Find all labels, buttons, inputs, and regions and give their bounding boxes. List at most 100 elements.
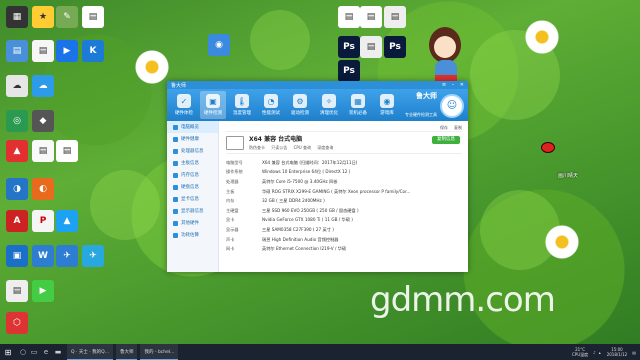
sidebar-item-motherboard[interactable]: 主板信息: [167, 157, 218, 169]
box-icon: ▦: [351, 94, 365, 108]
desktop-icon[interactable]: ☁: [32, 75, 54, 97]
desktop-icon[interactable]: ▤: [338, 6, 360, 28]
folder-icon[interactable]: ▬: [52, 344, 64, 360]
clock[interactable]: 15:00 2018/1/12: [607, 347, 628, 357]
desktop-icon[interactable]: ▤: [82, 6, 104, 28]
tool-hardware-detection[interactable]: ▣ 硬件检测: [200, 91, 226, 119]
sidebar-item-power[interactable]: 功耗估算: [167, 229, 218, 241]
sidebar-item-label: 主板信息: [181, 161, 199, 166]
cpu-temp-label: CPU温度: [571, 352, 589, 357]
taskbar-app-browser[interactable]: 我的 - bchel...: [140, 344, 179, 360]
tool-benchmark[interactable]: ◔ 性能测试: [258, 91, 284, 119]
close-icon[interactable]: ✕: [460, 82, 464, 88]
desktop-icon[interactable]: Ps: [338, 36, 360, 58]
task-view-icon[interactable]: ▭: [28, 344, 40, 360]
tool-label: 性能测试: [262, 111, 280, 116]
desktop-icon[interactable]: ▲: [56, 210, 78, 232]
sidebar-item-health[interactable]: 硬件健康: [167, 133, 218, 145]
sidebar-item-overview[interactable]: 电脑概览: [167, 121, 218, 133]
sidebar-item-disk[interactable]: 硬盘信息: [167, 181, 218, 193]
desktop-icon[interactable]: Ps: [384, 36, 406, 58]
sidebar-item-label: 电脑概览: [181, 125, 199, 130]
mascot-avatar-icon[interactable]: ☺: [440, 93, 464, 118]
driver-icon: ⚙: [293, 94, 307, 108]
monitor-icon: [173, 208, 178, 214]
spec-key: 处理器: [226, 178, 239, 184]
desktop-icon[interactable]: ☁: [6, 75, 28, 97]
desktop-icon[interactable]: ▤: [32, 40, 54, 62]
table-row: 电脑型号 X64 兼容 台式电脑 (扫描时间：2017年12月11日): [226, 158, 462, 168]
sidebar-item-other[interactable]: 其他硬件: [167, 217, 218, 229]
sidebar-item-memory[interactable]: 内存信息: [167, 169, 218, 181]
desktop-icon[interactable]: K: [82, 40, 104, 62]
tool-essentials[interactable]: ▦ 装机必备: [345, 91, 371, 119]
taskbar-app-ludashi[interactable]: 鲁大师: [115, 344, 138, 360]
menu-icon[interactable]: ≡: [442, 82, 446, 88]
desktop-icon[interactable]: ▤: [6, 40, 28, 62]
daisy-flower: [545, 225, 579, 259]
desktop-icon[interactable]: P: [32, 210, 54, 232]
tool-label: 装机必备: [349, 111, 367, 116]
desktop-icon[interactable]: ★: [32, 6, 54, 28]
desktop-icon[interactable]: ◑: [6, 178, 28, 200]
desktop-icon[interactable]: Ps: [338, 60, 360, 82]
desktop-icon[interactable]: ▶: [32, 280, 54, 302]
spec-table: 电脑型号 X64 兼容 台式电脑 (扫描时间：2017年12月11日) 操作系统 W…: [226, 158, 462, 254]
option-link[interactable]: 深度查询: [317, 145, 333, 150]
option-link[interactable]: 只读公告: [271, 145, 287, 150]
desktop-icon[interactable]: ⬡: [6, 312, 28, 334]
desktop-icon[interactable]: ◆: [32, 110, 54, 132]
edge-icon[interactable]: e: [40, 344, 52, 360]
desktop-icon[interactable]: ◉: [208, 34, 230, 56]
health-icon: [173, 136, 178, 142]
table-row: 显卡 Nvidia GeForce GTX 1080 Ti ( 11 GB / 华…: [226, 216, 462, 226]
tool-driver[interactable]: ⚙ 驱动检测: [287, 91, 313, 119]
desktop-icon[interactable]: ▤: [6, 280, 28, 302]
desktop-icon[interactable]: ▣: [6, 245, 28, 267]
sidebar-item-monitor[interactable]: 显示器信息: [167, 205, 218, 217]
desktop-icon[interactable]: ▤: [56, 140, 78, 162]
desktop-icon[interactable]: ◎: [6, 110, 28, 132]
desktop-icon[interactable]: ▤: [360, 6, 382, 28]
desktop-icon[interactable]: ▤: [360, 36, 382, 58]
copy-link[interactable]: 复制: [454, 125, 462, 131]
tool-hardware-checkup[interactable]: ✓ 硬件体检: [171, 91, 197, 119]
speaker-icon[interactable]: ♪: [593, 350, 596, 355]
minimize-icon[interactable]: –: [452, 82, 455, 88]
search-icon[interactable]: ○: [18, 344, 28, 360]
tool-temperature[interactable]: 🌡 温度管理: [229, 91, 255, 119]
network-icon[interactable]: ▴: [599, 350, 601, 355]
tool-cleanup[interactable]: ✧ 清理优化: [316, 91, 342, 119]
desktop-icon[interactable]: ✈: [82, 245, 104, 267]
sidebar-item-label: 其他硬件: [181, 221, 199, 226]
desktop-icon[interactable]: ▶: [56, 40, 78, 62]
brand-slogan: 专业硬件检测工具: [405, 112, 437, 117]
spec-value: 华硕 ROG STRIX X299-E GAMING ( 英特尔 Xeon pr…: [262, 188, 411, 194]
desktop-icon[interactable]: ▦: [6, 6, 28, 28]
desktop-icon[interactable]: ▲: [6, 140, 28, 162]
spec-value: 瑞昱 High Definition Audio 音频控制器: [262, 236, 339, 242]
desktop-icon[interactable]: ✎: [56, 6, 78, 28]
desktop-icon[interactable]: ✈: [56, 245, 78, 267]
desktop-icon[interactable]: ▤: [32, 140, 54, 162]
notification-icon[interactable]: ▤: [632, 350, 636, 355]
desktop-icon[interactable]: ◐: [32, 178, 54, 200]
taskbar-app-qq[interactable]: Q · 天士 · 我的Q...: [67, 344, 113, 360]
windows-start-icon[interactable]: ⊞: [0, 344, 16, 360]
option-link[interactable]: 防伪查卡: [249, 145, 265, 150]
table-row: 主板 华硕 ROG STRIX X299-E GAMING ( 英特尔 Xeon …: [226, 187, 462, 197]
desktop-icon[interactable]: A: [6, 210, 28, 232]
clock-date: 2018/1/12: [606, 352, 628, 357]
sidebar-item-cpu[interactable]: 处理器信息: [167, 145, 218, 157]
desktop-icon[interactable]: W: [32, 245, 54, 267]
sidebar-item-gpu[interactable]: 显卡信息: [167, 193, 218, 205]
chip-icon: ▣: [206, 94, 220, 108]
desktop-icon[interactable]: ▤: [384, 6, 406, 28]
window-titlebar: 鲁大师 ≡ – ✕: [167, 81, 468, 89]
copy-info-button[interactable]: 复制信息: [432, 136, 460, 144]
option-link[interactable]: CPU 查询: [294, 145, 311, 150]
save-button[interactable]: 保存: [440, 125, 448, 131]
tool-games[interactable]: ◉ 游戏库: [374, 91, 400, 119]
table-row: 处理器 英特尔 Core i5-7500 @ 3.40GHz 四核: [226, 177, 462, 187]
tool-label: 温度管理: [233, 111, 251, 116]
